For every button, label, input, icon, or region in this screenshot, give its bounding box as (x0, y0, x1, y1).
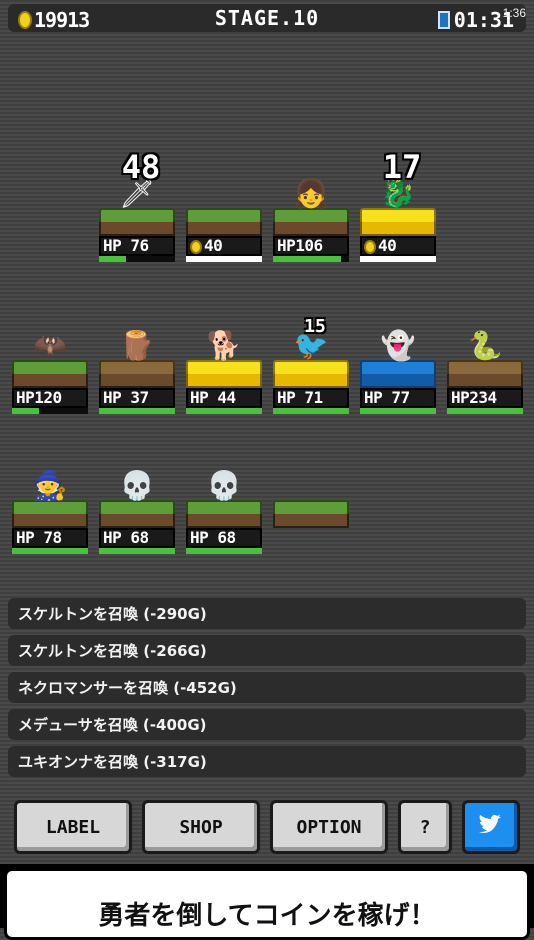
platform (12, 500, 88, 528)
field-tile[interactable]: 🪵 HP 37 (97, 322, 177, 422)
field-tile[interactable]: 🐉 17 40 (358, 148, 438, 270)
hp-bar (360, 408, 436, 414)
coin-icon (364, 239, 376, 254)
field-tile[interactable]: 🗡 48 HP 76 (97, 148, 177, 270)
hero-girl-icon: 👧 (293, 177, 329, 210)
summon-medusa[interactable]: メデューサを召喚 (-400G) (8, 709, 526, 740)
platform (273, 208, 349, 236)
twitter-bird-icon (479, 815, 501, 833)
hp-label: 40 (186, 236, 262, 256)
field-tile[interactable]: 40 (184, 170, 264, 270)
menu-buttons: LABEL SHOP OPTION ? (14, 800, 522, 856)
field-tile[interactable]: 👻 HP 77 (358, 322, 438, 422)
battle-field: 🗡 48 HP 76 40 👧 HP106 🐉 17 40 🦇 HP120 🪵 HP 37 🐕 HP 44 🐦… (0, 0, 534, 600)
platform (99, 208, 175, 236)
hp-bar-fill (99, 408, 175, 414)
field-tile[interactable]: 🧙 HP 78 (10, 462, 90, 562)
hp-label: HP 77 (360, 388, 436, 408)
hp-bar (447, 408, 523, 414)
hp-bar-fill (273, 408, 349, 414)
platform (99, 500, 175, 528)
hp-label: HP 78 (12, 528, 88, 548)
summon-list: スケルトンを召喚 (-290G) スケルトンを召喚 (-266G) ネクロマンサ… (8, 598, 526, 783)
summon-necromancer[interactable]: ネクロマンサーを召喚 (-452G) (8, 672, 526, 703)
field-tile[interactable]: 🐦 15 HP 71 (271, 316, 351, 422)
shop-button[interactable]: SHOP (142, 800, 260, 854)
hp-bar-fill (360, 256, 436, 262)
hp-label: 40 (360, 236, 436, 256)
field-tile[interactable] (271, 462, 351, 562)
damage-number: 17 (382, 148, 422, 186)
hp-bar (12, 548, 88, 554)
option-button[interactable]: OPTION (270, 800, 388, 854)
summon-skeleton-2[interactable]: スケルトンを召喚 (-266G) (8, 635, 526, 666)
hp-label: HP 71 (273, 388, 349, 408)
hp-bar (360, 256, 436, 262)
hp-bar (99, 548, 175, 554)
help-button[interactable]: ? (398, 800, 452, 854)
hp-bar-fill (12, 548, 88, 554)
hp-bar (186, 408, 262, 414)
summon-skeleton-1[interactable]: スケルトンを召喚 (-290G) (8, 598, 526, 629)
platform (12, 360, 88, 388)
summon-yukionna[interactable]: ユキオンナを召喚 (-317G) (8, 746, 526, 777)
field-tile[interactable]: 👧 HP106 (271, 170, 351, 270)
hp-bar-fill (186, 256, 262, 262)
yukionna-icon: 👻 (380, 329, 416, 362)
hp-label: HP120 (12, 388, 88, 408)
hp-bar (99, 256, 175, 262)
hp-label: HP234 (447, 388, 523, 408)
platform (99, 360, 175, 388)
hp-bar-fill (99, 548, 175, 554)
platform (273, 360, 349, 388)
bat-icon: 🦇 (32, 329, 68, 362)
hp-bar-fill (99, 256, 126, 262)
hp-bar (186, 548, 262, 554)
field-tile[interactable]: 🐕 HP 44 (184, 322, 264, 422)
hp-label: HP 68 (186, 528, 262, 548)
platform (186, 360, 262, 388)
hp-bar (273, 408, 349, 414)
hp-bar (12, 408, 88, 414)
hp-bar-fill (186, 548, 262, 554)
hp-label: HP 76 (99, 236, 175, 256)
hp-label: HP 68 (99, 528, 175, 548)
medusa-icon: 🐍 (467, 329, 503, 362)
skeleton-icon: 💀 (119, 469, 155, 502)
platform (360, 208, 436, 236)
hp-bar-fill (12, 408, 39, 414)
hp-label: HP106 (273, 236, 349, 256)
hp-label: HP 44 (186, 388, 262, 408)
field-tile[interactable]: 💀 HP 68 (97, 462, 177, 562)
twitter-button[interactable] (462, 800, 520, 854)
hp-bar (99, 408, 175, 414)
hp-bar (186, 256, 262, 262)
hp-bar-fill (447, 408, 523, 414)
treant-icon: 🪵 (119, 329, 155, 362)
field-tile[interactable]: 🐍 HP234 (445, 322, 525, 422)
hp-bar-fill (186, 408, 262, 414)
coin-icon (190, 239, 202, 254)
necromancer-icon: 🧙 (32, 469, 68, 502)
platform (360, 360, 436, 388)
label-button[interactable]: LABEL (14, 800, 132, 854)
platform (186, 500, 262, 528)
damage-number: 15 (304, 316, 326, 337)
field-tile[interactable]: 🦇 HP120 (10, 322, 90, 422)
dog-icon: 🐕 (206, 329, 242, 362)
hp-label: HP 37 (99, 388, 175, 408)
hp-bar (273, 256, 349, 262)
platform (186, 208, 262, 236)
damage-number: 48 (121, 148, 161, 186)
platform (273, 500, 349, 528)
skeleton-icon: 💀 (206, 469, 242, 502)
hp-bar-fill (273, 256, 341, 262)
hp-bar-fill (360, 408, 436, 414)
platform (447, 360, 523, 388)
field-tile[interactable]: 💀 HP 68 (184, 462, 264, 562)
hint-banner: 勇者を倒してコインを稼げ！ (4, 868, 530, 940)
